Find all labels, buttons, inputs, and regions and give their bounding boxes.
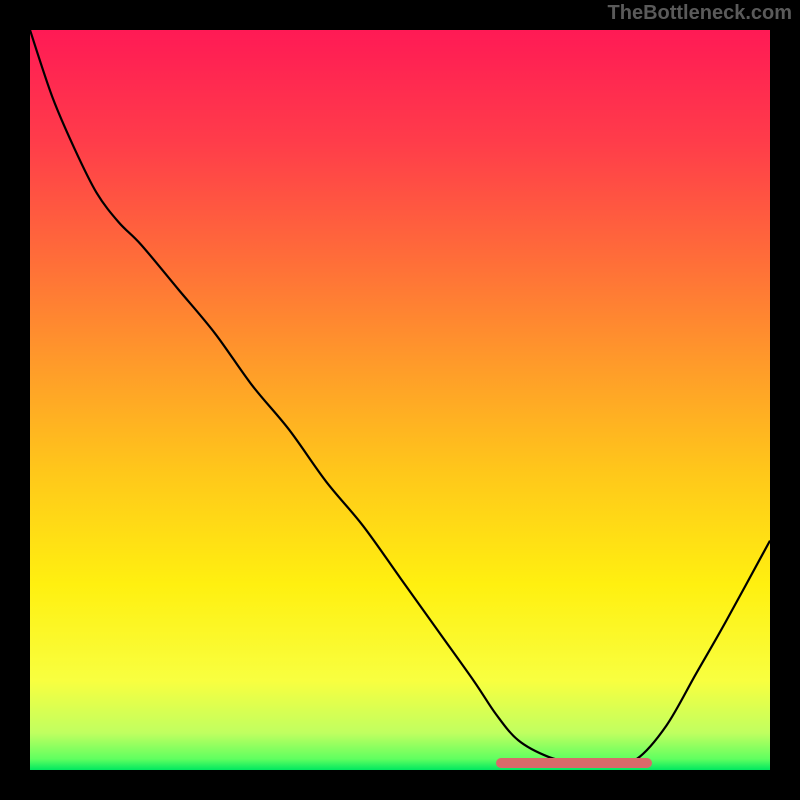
watermark-text: TheBottleneck.com (608, 2, 792, 25)
chart-area (30, 30, 770, 770)
optimal-range-marker (496, 758, 651, 768)
bottleneck-curve (30, 30, 770, 770)
